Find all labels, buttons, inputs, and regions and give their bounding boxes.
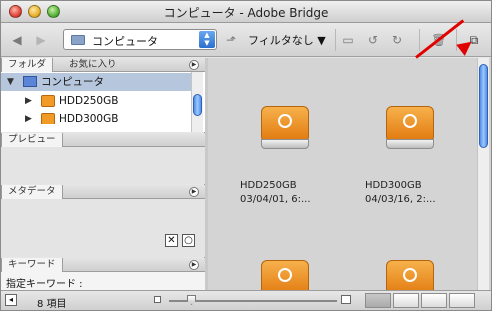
panel-menu-icon[interactable]: ▶ <box>189 187 199 197</box>
drive-icon <box>41 113 55 124</box>
filter-dropdown[interactable]: フィルタなし ▼ <box>248 32 326 48</box>
tree-item-hdd300[interactable]: ▶ HDD300GB <box>1 110 191 124</box>
content-scrollbar[interactable] <box>477 58 489 290</box>
new-folder-icon[interactable]: ▭ <box>340 30 356 50</box>
slider-knob[interactable] <box>187 295 196 305</box>
scroll-thumb[interactable] <box>193 94 202 116</box>
metadata-panel: ✕ ○ <box>1 199 205 257</box>
toggle-panels-icon[interactable]: ◂ <box>5 294 17 306</box>
tab-favorites[interactable]: お気に入り <box>63 58 123 72</box>
delete-icon[interactable]: ✕ <box>165 234 178 247</box>
keywords-tabbar: キーワード ▶ <box>1 258 205 272</box>
divider <box>419 29 420 51</box>
details-view-button[interactable] <box>421 293 447 308</box>
filter-label: フィルタなし <box>248 34 314 47</box>
versions-view-button[interactable] <box>449 293 475 308</box>
disclosure-closed-icon[interactable]: ▶ <box>25 110 32 124</box>
divider <box>456 29 457 51</box>
title-bar: コンピュータ - Adobe Bridge <box>1 1 491 23</box>
filmstrip-view-button[interactable] <box>393 293 419 308</box>
panel-menu-icon[interactable]: ▶ <box>189 260 199 270</box>
disclosure-open-icon[interactable]: ▼ <box>7 73 14 91</box>
tab-keywords[interactable]: キーワード <box>1 258 63 272</box>
folders-tabbar: フォルダ お気に入り ▶ <box>1 58 205 72</box>
preview-panel <box>1 147 205 184</box>
item-name: HDD250GB <box>240 180 297 191</box>
thumbnail-item[interactable] <box>365 260 445 290</box>
keywords-panel: 指定キーワード : <box>1 272 205 290</box>
tree-item-label: HDD300GB <box>59 113 119 124</box>
left-panels: フォルダ お気に入り ▶ ▼ コンピュータ ▶ HDD250GB ▶ HDD30… <box>1 58 205 290</box>
content-area: HDD250GB 03/04/01, 6:... HDD300GB 04/03/… <box>208 58 491 290</box>
back-icon[interactable]: ◀ <box>9 30 25 50</box>
item-date: 04/03/16, 2:... <box>365 194 436 205</box>
tree-item-computer[interactable]: ▼ コンピュータ <box>1 73 191 91</box>
drive-icon <box>386 260 434 290</box>
scroll-thumb[interactable] <box>479 64 488 148</box>
panel-menu-icon[interactable]: ▶ <box>189 60 199 70</box>
tree-item-label: HDD250GB <box>59 95 119 107</box>
tree-item-label: コンピュータ <box>41 76 104 88</box>
drive-icon <box>41 95 55 107</box>
tab-folders[interactable]: フォルダ <box>1 58 54 72</box>
metadata-tabbar: メタデータ ▶ <box>1 185 205 199</box>
status-bar: ◂ 8 項目 <box>1 290 491 310</box>
chevron-down-icon: ▼ <box>317 34 326 47</box>
item-count: 8 項目 <box>37 299 67 310</box>
small-thumbs-icon[interactable] <box>154 296 161 303</box>
tree-item-hdd250[interactable]: ▶ HDD250GB <box>1 92 191 110</box>
forward-icon[interactable]: ▶ <box>33 30 49 50</box>
path-dropdown[interactable]: コンピュータ ▲ ▼ <box>63 29 217 50</box>
drive-icon <box>261 106 309 156</box>
item-name: HDD300GB <box>365 180 422 191</box>
tab-metadata[interactable]: メタデータ <box>1 185 63 199</box>
thumbnail-view-button[interactable] <box>365 293 391 308</box>
window-title: コンピュータ - Adobe Bridge <box>163 6 329 20</box>
preview-tabbar: プレビュー <box>1 133 205 147</box>
folder-icon <box>71 35 85 45</box>
assigned-keywords-label: 指定キーワード : <box>6 279 83 290</box>
disclosure-closed-icon[interactable]: ▶ <box>25 92 32 110</box>
large-thumbs-icon[interactable] <box>341 295 351 304</box>
divider <box>335 29 336 51</box>
tree-scrollbar[interactable] <box>191 72 203 132</box>
tab-preview[interactable]: プレビュー <box>1 133 63 147</box>
stepper-icon: ▲ ▼ <box>199 31 215 48</box>
folder-tree: ▼ コンピュータ ▶ HDD250GB ▶ HDD300GB <box>1 72 205 132</box>
no-entry-icon[interactable]: ○ <box>182 234 195 247</box>
drive-icon <box>386 106 434 156</box>
rotate-left-icon[interactable]: ↺ <box>365 30 381 50</box>
drive-icon <box>261 260 309 290</box>
path-label: コンピュータ <box>92 35 158 48</box>
toolbar: ◀ ▶ コンピュータ ▲▼ ⬏ フィルタなし ▼ ▭ ↺ ↻ 🗑 ⧉ <box>1 23 491 57</box>
computer-icon <box>23 76 37 87</box>
up-folder-icon[interactable]: ⬏ <box>223 30 239 50</box>
rotate-right-icon[interactable]: ↻ <box>389 30 405 50</box>
item-date: 03/04/01, 6:... <box>240 194 311 205</box>
thumbnail-item[interactable] <box>240 260 320 290</box>
bridge-window: コンピュータ - Adobe Bridge ◀ ▶ コンピュータ ▲ ▼ ⬏ フィ… <box>0 0 492 311</box>
